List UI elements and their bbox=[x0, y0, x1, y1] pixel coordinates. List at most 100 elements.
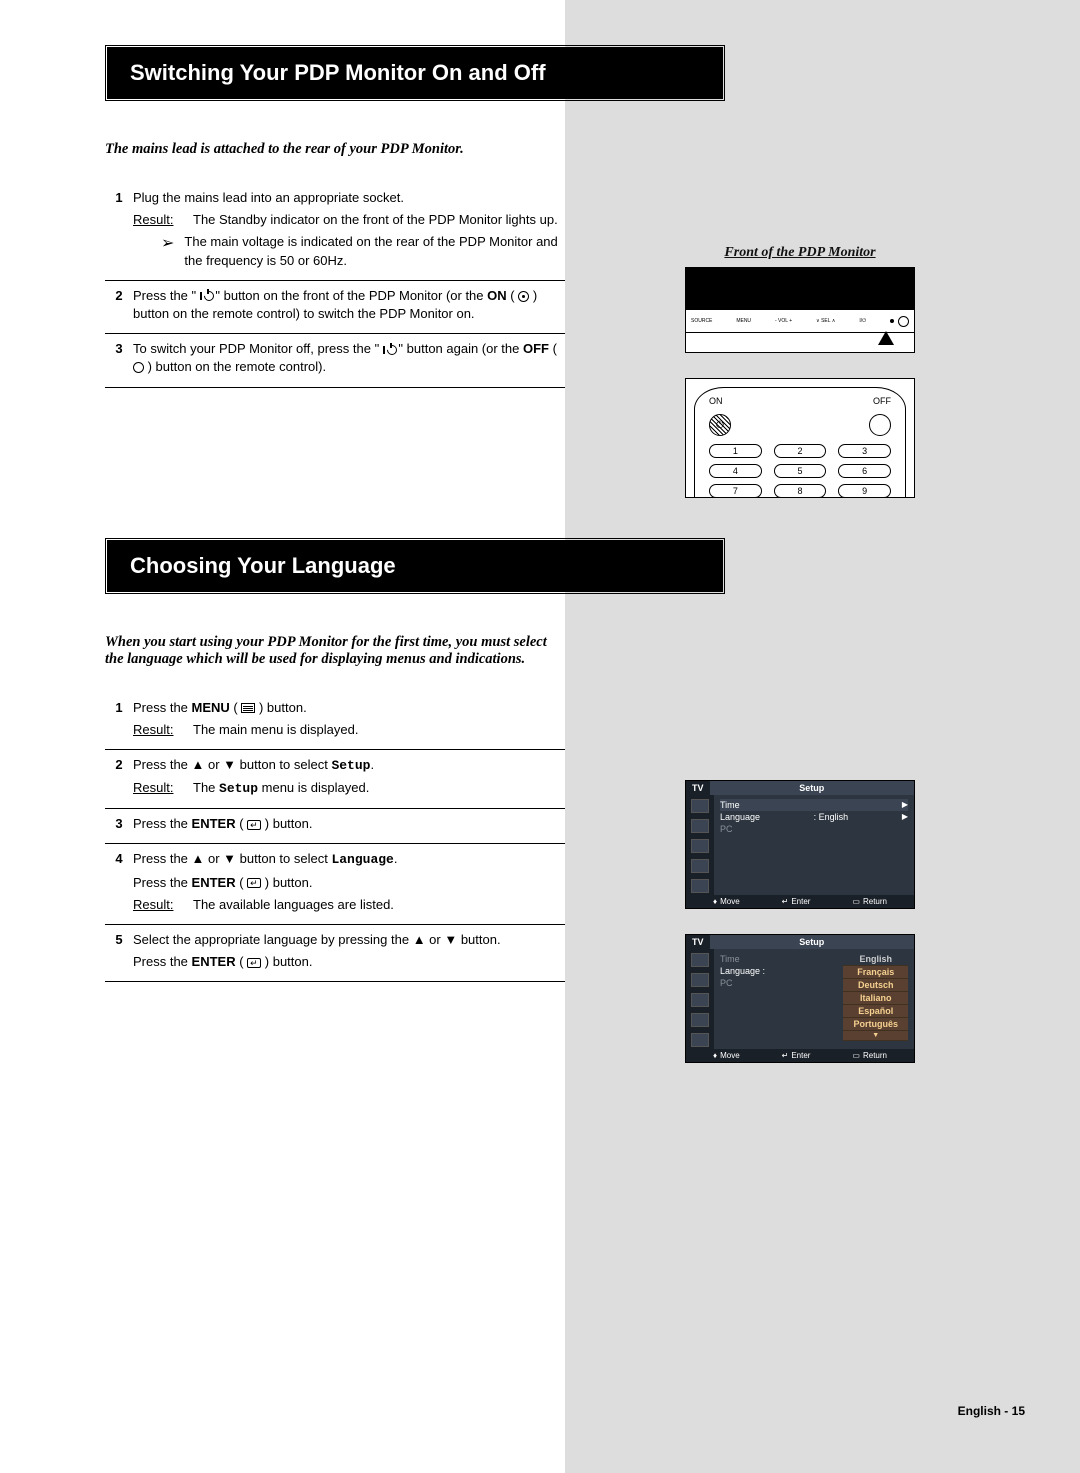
remote-figure: ON OFF ⏻ 1 2 3 4 5 6 7 bbox=[685, 378, 915, 498]
step: 5 Select the appropriate language by pre… bbox=[105, 925, 565, 982]
osd-setup-languages: TV Setup Time Language : bbox=[685, 934, 915, 1063]
osd-nav-icon bbox=[691, 1013, 709, 1027]
result-text: The main menu is displayed. bbox=[193, 721, 565, 739]
osd-item: Language bbox=[720, 966, 760, 976]
step-text: Press the ▲ or ▼ button to select Setup. bbox=[133, 756, 565, 775]
step: 3 Press the ENTER ( ) button. bbox=[105, 809, 565, 844]
page: Switching Your PDP Monitor On and Off Th… bbox=[0, 0, 1080, 1473]
osd-tv-label: TV bbox=[686, 781, 710, 795]
step-number: 2 bbox=[105, 287, 133, 327]
section-power: Switching Your PDP Monitor On and Off bbox=[55, 45, 565, 101]
section2-intro: When you start using your PDP Monitor fo… bbox=[105, 634, 565, 668]
osd-item: Language bbox=[720, 812, 760, 822]
step: 2 Press the ▲ or ▼ button to select Setu… bbox=[105, 750, 565, 809]
osd-foot-enter: ↵ Enter bbox=[782, 1051, 811, 1060]
step-text: Press the ENTER ( ) button. bbox=[133, 874, 565, 892]
step: 2 Press the " " button on the front of t… bbox=[105, 281, 565, 334]
num-button: 4 bbox=[709, 464, 762, 478]
step-number: 4 bbox=[105, 850, 133, 918]
section-title-1: Switching Your PDP Monitor On and Off bbox=[107, 47, 723, 99]
osd-language-more-icon: ▼ bbox=[843, 1031, 908, 1041]
panel-label: MENU bbox=[736, 318, 751, 324]
monitor-figure: Front of the PDP Monitor SOURCE MENU - V… bbox=[685, 245, 915, 353]
step-number: 1 bbox=[105, 189, 133, 274]
menu-icon bbox=[241, 703, 255, 713]
step-text: Press the " " button on the front of the… bbox=[133, 287, 565, 323]
osd-nav-icon bbox=[691, 799, 709, 813]
osd-item: Time bbox=[720, 800, 740, 810]
osd-title: Setup bbox=[710, 781, 914, 795]
num-button: 5 bbox=[774, 464, 827, 478]
remote-off-button bbox=[869, 414, 891, 436]
result-text: The available languages are listed. bbox=[193, 896, 565, 914]
step-text: Plug the mains lead into an appropriate … bbox=[133, 189, 565, 207]
osd-item: Time bbox=[720, 954, 740, 964]
num-button: 8 bbox=[774, 484, 827, 498]
num-button: 7 bbox=[709, 484, 762, 498]
osd-nav-icon bbox=[691, 993, 709, 1007]
step-text: Press the ENTER ( ) button. bbox=[133, 815, 565, 833]
osd-item-value: : English bbox=[814, 812, 849, 822]
note-text: The main voltage is indicated on the rea… bbox=[184, 233, 565, 269]
section-language: Choosing Your Language bbox=[55, 538, 565, 594]
panel-label: I/⏻ bbox=[859, 318, 866, 324]
osd-nav-icon bbox=[691, 953, 709, 967]
section-title-2: Choosing Your Language bbox=[107, 540, 723, 592]
section2-steps: 1 Press the MENU ( ) button. Result: The… bbox=[105, 693, 565, 983]
osd-nav-icon bbox=[691, 973, 709, 987]
osd-language-option: Deutsch bbox=[843, 979, 908, 992]
osd-language-option: Português bbox=[843, 1018, 908, 1031]
chevron-right-icon: ▶ bbox=[902, 800, 908, 810]
enter-icon bbox=[247, 878, 261, 888]
step-text: To switch your PDP Monitor off, press th… bbox=[133, 340, 565, 376]
osd-nav-icon bbox=[691, 879, 709, 893]
power-icon bbox=[383, 344, 395, 356]
osd-language-option: Español bbox=[843, 1005, 908, 1018]
remote-on-label: ON bbox=[709, 396, 723, 406]
step-number: 5 bbox=[105, 931, 133, 975]
num-button: 2 bbox=[774, 444, 827, 458]
result-label: Result: bbox=[133, 896, 188, 914]
remote-off-icon bbox=[133, 362, 144, 373]
power-button-icon bbox=[898, 316, 909, 327]
step-number: 2 bbox=[105, 756, 133, 802]
result-text: The Setup menu is displayed. bbox=[193, 779, 565, 798]
remote-on-button: ⏻ bbox=[709, 414, 731, 436]
osd-foot-enter: ↵ Enter bbox=[782, 897, 811, 906]
num-button: 9 bbox=[838, 484, 891, 498]
main-column: Switching Your PDP Monitor On and Off Th… bbox=[0, 0, 565, 1473]
osd-nav-icon bbox=[691, 859, 709, 873]
osd-nav-icon bbox=[691, 819, 709, 833]
step: 1 Plug the mains lead into an appropriat… bbox=[105, 183, 565, 281]
figure-title: Front of the PDP Monitor bbox=[685, 245, 915, 261]
step: 1 Press the MENU ( ) button. Result: The… bbox=[105, 693, 565, 750]
section1-intro: The mains lead is attached to the rear o… bbox=[105, 141, 565, 158]
num-button: 6 bbox=[838, 464, 891, 478]
step-number: 3 bbox=[105, 340, 133, 380]
side-column: Front of the PDP Monitor SOURCE MENU - V… bbox=[565, 0, 1080, 1473]
enter-icon bbox=[247, 958, 261, 968]
remote-on-icon bbox=[518, 291, 529, 302]
result-label: Result: bbox=[133, 211, 188, 229]
osd-foot-return: ▭ Return bbox=[852, 1051, 887, 1060]
step-number: 3 bbox=[105, 815, 133, 837]
chevron-right-icon: ▶ bbox=[902, 812, 908, 822]
step: 4 Press the ▲ or ▼ button to select Lang… bbox=[105, 844, 565, 925]
step-number: 1 bbox=[105, 699, 133, 743]
step-text: Press the ENTER ( ) button. bbox=[133, 953, 565, 971]
page-footer: English - 15 bbox=[958, 1404, 1025, 1418]
panel-label: - VOL + bbox=[775, 318, 792, 324]
result-label: Result: bbox=[133, 721, 188, 739]
osd-foot-return: ▭ Return bbox=[852, 897, 887, 906]
result-label: Result: bbox=[133, 779, 188, 798]
remote-off-label: OFF bbox=[873, 396, 891, 406]
osd-item: PC bbox=[720, 978, 733, 988]
osd-foot-move: ♦ Move bbox=[713, 897, 740, 906]
panel-label: ∨ SEL ∧ bbox=[816, 318, 835, 324]
section1-steps: 1 Plug the mains lead into an appropriat… bbox=[105, 183, 565, 388]
osd-title: Setup bbox=[710, 935, 914, 949]
osd-language-option: Italiano bbox=[843, 992, 908, 1005]
note-arrow-icon: ➢ bbox=[161, 233, 174, 269]
osd-language-option: Français bbox=[843, 966, 908, 979]
result-text: The Standby indicator on the front of th… bbox=[193, 211, 565, 229]
